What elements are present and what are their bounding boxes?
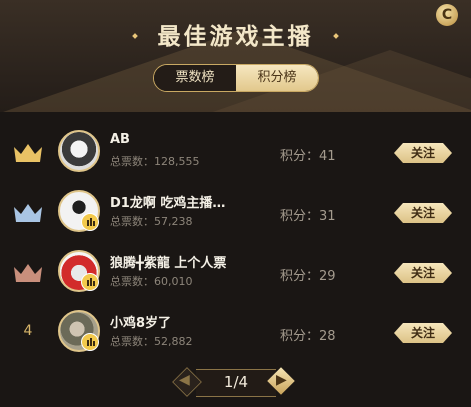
list-item: 4 小鸡8岁了 总票数：52,882 积分：28 关注 (0, 301, 471, 361)
streamer-name[interactable]: AB (110, 132, 130, 147)
refresh-icon[interactable]: C (436, 4, 458, 26)
chevron-right-icon[interactable]: ▶ (276, 372, 287, 388)
rank-number: 4 (23, 323, 33, 339)
live-badge-icon (81, 273, 99, 291)
streamer-name[interactable]: 小鸡8岁了 (110, 312, 171, 331)
points: 积分：41 (280, 149, 336, 164)
points: 积分：31 (280, 209, 336, 224)
tab-votes[interactable]: 票数榜 (154, 65, 236, 91)
total-votes: 总票数：128,555 (110, 155, 200, 168)
list-item: D1龙啊 吃鸡主播… 总票数：57,238 积分：31 关注 (0, 181, 471, 241)
streamer-name[interactable]: 狼腾╋紫龍 上个人票 (110, 252, 226, 271)
live-badge-icon (81, 213, 99, 231)
pagination: ◀ 1/4 ▶ (0, 360, 471, 407)
total-votes: 总票数：60,010 (110, 275, 193, 288)
chevron-left-icon[interactable]: ◀ (179, 372, 190, 388)
page-title: 最佳游戏主播 (157, 24, 314, 50)
streamer-name[interactable]: D1龙啊 吃鸡主播… (110, 192, 225, 211)
tab-points[interactable]: 积分榜 (236, 65, 318, 91)
live-badge-icon (81, 333, 99, 351)
follow-button[interactable]: 关注 (394, 203, 452, 223)
silver-crown-icon (14, 204, 42, 222)
points: 积分：29 (280, 269, 336, 284)
follow-button[interactable]: 关注 (394, 143, 452, 163)
points: 积分：28 (280, 329, 336, 344)
gold-crown-icon (14, 144, 42, 162)
page-indicator: 1/4 (223, 373, 249, 391)
list-item: AB 总票数：128,555 积分：41 关注 (0, 121, 471, 181)
ranking-tabs: 票数榜 积分榜 (153, 64, 319, 92)
follow-button[interactable]: 关注 (394, 263, 452, 283)
ranking-header: 最佳游戏主播 C 票数榜 积分榜 (0, 0, 471, 112)
bronze-crown-icon (14, 264, 42, 282)
follow-button[interactable]: 关注 (394, 323, 452, 343)
total-votes: 总票数：52,882 (110, 335, 193, 348)
list-item: 狼腾╋紫龍 上个人票 总票数：60,010 积分：29 关注 (0, 241, 471, 301)
total-votes: 总票数：57,238 (110, 215, 193, 228)
avatar[interactable] (58, 130, 100, 172)
